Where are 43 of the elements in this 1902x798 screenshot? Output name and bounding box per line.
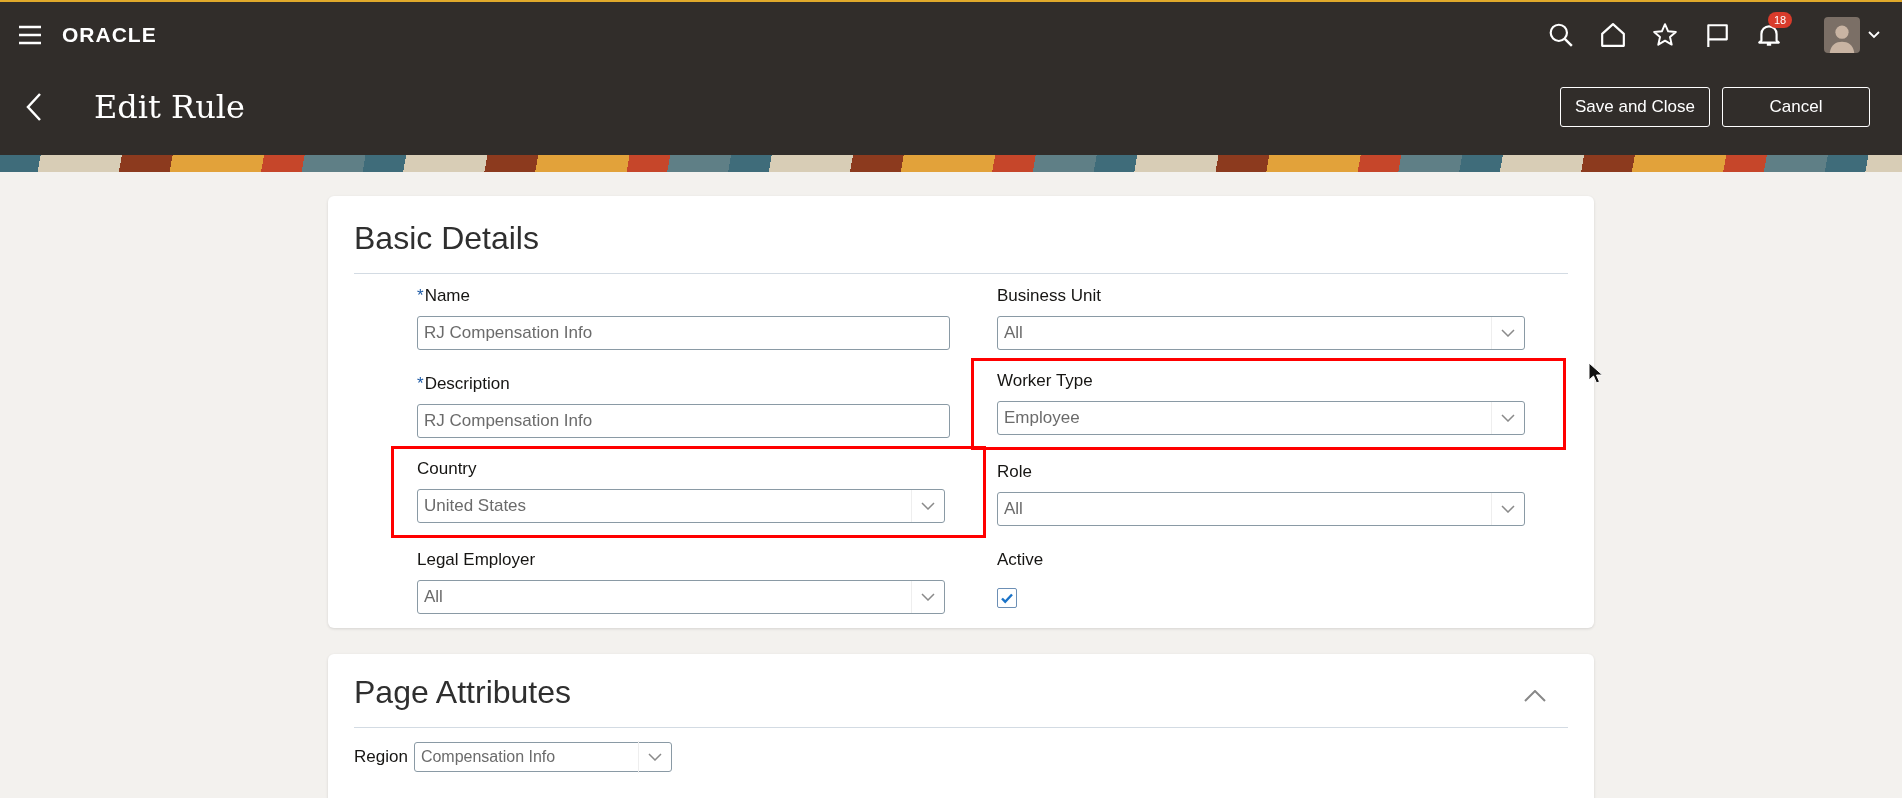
dropdown-field[interactable]: United States [417,489,945,523]
dropdown-field[interactable]: Employee [997,401,1525,435]
chevron-down-icon [647,753,662,761]
input-field[interactable]: RJ Compensation Info [417,316,950,350]
flag-icon[interactable] [1704,22,1730,48]
avatar[interactable] [1824,17,1860,53]
field-label: Business Unit [997,286,1101,306]
field-label: Role [997,462,1032,482]
field-label: Description [424,374,510,394]
cancel-button[interactable]: Cancel [1722,86,1870,127]
field-label: Legal Employer [417,550,536,570]
home-icon[interactable] [1600,22,1626,48]
dropdown-field[interactable]: All [997,492,1525,526]
chevron-up-icon[interactable] [1524,689,1546,702]
chevron-down-icon [1501,329,1515,337]
page-title: Edit Rule [94,87,245,126]
field-label: Name [424,286,470,306]
section-title: Basic Details [354,220,540,257]
star-icon[interactable] [1652,22,1678,48]
logo[interactable]: ORACLE [62,23,157,47]
field-label: Region [354,747,408,767]
field-label: Worker Type [997,371,1093,391]
required-mark: * [417,286,424,306]
chevron-down-icon [921,502,935,510]
field-label: Country [417,459,477,479]
chevron-down-icon [921,593,935,601]
checkbox[interactable] [997,588,1017,608]
save-button[interactable]: Save and Close [1559,86,1710,127]
required-mark: * [417,374,424,394]
dropdown-field[interactable]: All [417,580,945,614]
section-title: Page Attributes [354,674,572,711]
search-icon[interactable] [1548,22,1574,48]
bell-icon[interactable] [1756,22,1782,48]
back-icon[interactable] [26,91,42,122]
dropdown-field[interactable]: Compensation Info [413,742,672,772]
field-label: Active [997,550,1044,570]
chevron-down-icon [1501,414,1515,422]
menu-icon[interactable] [18,25,42,45]
notification-badge: 18 [1768,12,1793,28]
input-field[interactable]: RJ Compensation Info [417,404,950,438]
caret-icon[interactable] [1868,31,1880,39]
dropdown-field[interactable]: All [997,316,1525,350]
chevron-down-icon [1501,505,1515,513]
